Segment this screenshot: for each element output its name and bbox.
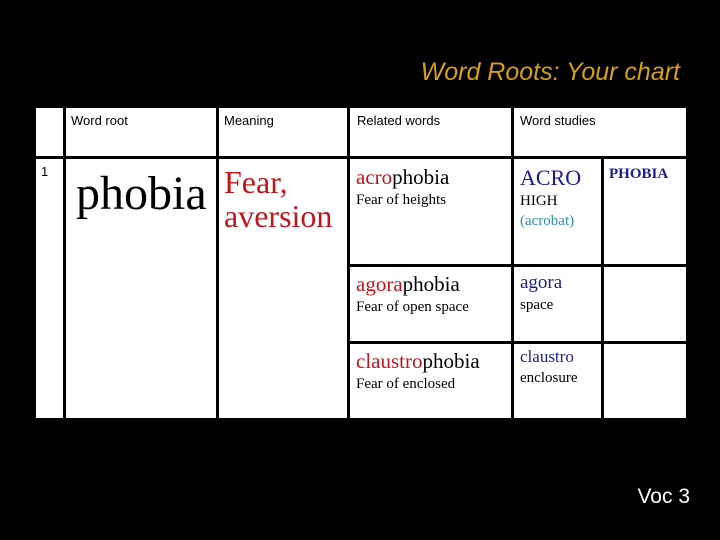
grid-line: [347, 264, 686, 267]
study-root: claustro: [520, 347, 574, 366]
related-word-suffix: phobia: [392, 165, 450, 189]
slide-title: Word Roots: Your chart: [420, 58, 680, 86]
word-root: phobia: [76, 167, 207, 220]
related-word-prefix: agora: [356, 272, 403, 296]
study-meaning: HIGH: [520, 193, 558, 210]
grid-line: [511, 108, 514, 418]
related-word-item: agoraphobia Fear of open space: [356, 272, 469, 316]
row-number: 1: [41, 164, 49, 179]
related-word-item: claustrophobia Fear of enclosed: [356, 349, 480, 393]
word-study-item: claustro enclosure: [520, 347, 578, 387]
study-meaning: space: [520, 296, 554, 313]
related-word: claustrophobia: [356, 349, 480, 373]
word-study-item: ACRO HIGH (acrobat): [520, 165, 582, 230]
study-root: agora: [520, 272, 563, 293]
grid-line: [347, 341, 686, 344]
header-word-studies: Word studies: [520, 113, 596, 128]
related-word-prefix: claustro: [356, 349, 423, 373]
related-word: acrophobia: [356, 165, 450, 189]
related-word: agoraphobia: [356, 272, 469, 296]
study-example: (acrobat): [520, 213, 575, 230]
header-meaning: Meaning: [224, 113, 274, 128]
header-related-words: Related words: [357, 113, 441, 128]
related-word-definition: Fear of heights: [356, 192, 446, 209]
grid-line: [36, 156, 686, 159]
related-word-item: acrophobia Fear of heights: [356, 165, 450, 209]
word-study-item: agora space: [520, 272, 563, 314]
word-roots-table: Word root Meaning Related words Word stu…: [36, 108, 686, 418]
related-word-suffix: phobia: [402, 272, 460, 296]
related-word-definition: Fear of open space: [356, 299, 469, 316]
grid-line: [601, 157, 604, 418]
meaning-line: aversion: [224, 197, 333, 234]
grid-line: [347, 108, 350, 418]
study-root: ACRO: [520, 165, 582, 190]
meaning-line: Fear,: [224, 164, 288, 200]
study-extra: PHOBIA: [609, 166, 669, 182]
grid-line: [63, 108, 66, 418]
study-meaning: enclosure: [520, 369, 578, 386]
header-word-root: Word root: [71, 113, 128, 128]
related-word-definition: Fear of enclosed: [356, 376, 456, 393]
related-word-suffix: phobia: [422, 349, 480, 373]
related-word-prefix: acro: [356, 165, 393, 189]
grid-line: [216, 108, 219, 418]
slide-footer-label: Voc 3: [637, 485, 690, 508]
meaning-cell: Fear, aversion: [224, 164, 333, 234]
